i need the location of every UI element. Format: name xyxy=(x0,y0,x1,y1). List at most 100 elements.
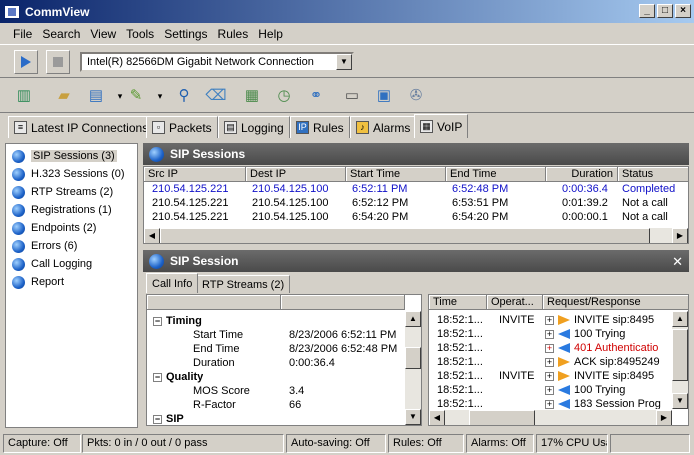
col-request-response[interactable]: Request/Response xyxy=(543,295,688,310)
expand-icon: + xyxy=(545,342,554,353)
nav-call-logging[interactable]: Call Logging xyxy=(12,256,92,272)
capture-toolbar: Intel(R) 82566DM Gigabit Network Connect… xyxy=(0,46,694,78)
tree-value: 66 xyxy=(289,399,302,411)
col-operation[interactable]: Operat... xyxy=(487,295,543,310)
list-item[interactable]: 18:52:1... + ACK sip:8495249 xyxy=(429,355,673,369)
scroll-right-icon[interactable]: ▶ xyxy=(656,410,672,425)
scroll-down-icon[interactable]: ▼ xyxy=(405,409,421,425)
tree-group-timing[interactable]: − Timing xyxy=(153,314,202,328)
col-dest-ip[interactable]: Dest IP xyxy=(246,167,346,182)
list-item[interactable]: 18:52:1... +100 Trying xyxy=(429,383,673,397)
ip-alias-icon[interactable]: ▣ xyxy=(372,84,396,108)
arrow-right-icon xyxy=(558,315,570,326)
voip-nav-tree: SIP Sessions (3) H.323 Sessions (0) RTP … xyxy=(5,143,138,428)
rule-dropdown-icon[interactable]: ▾ xyxy=(148,84,172,108)
tree-label: Duration xyxy=(193,357,235,369)
packets-icon: ▫ xyxy=(152,121,165,134)
clear-icon[interactable]: ⌫ xyxy=(204,84,228,108)
tree-group-quality[interactable]: − Quality xyxy=(153,370,203,384)
scroll-left-icon[interactable]: ◀ xyxy=(429,410,445,425)
col-duration[interactable]: Duration xyxy=(546,167,618,182)
scroll-up-icon[interactable]: ▲ xyxy=(672,311,688,327)
list-item[interactable]: 18:52:1... +401 Authenticatio xyxy=(429,341,673,355)
tab-packets[interactable]: ▫ Packets xyxy=(146,116,218,138)
sessions-hscrollbar[interactable]: ◀ ▶ xyxy=(144,227,688,243)
tree-group-sip[interactable]: − SIP xyxy=(153,412,184,425)
nodes-icon[interactable]: ⚭ xyxy=(304,84,328,108)
scroll-thumb[interactable] xyxy=(469,410,535,425)
book-icon[interactable]: ▥ xyxy=(12,84,36,108)
list-item[interactable]: 18:52:1... +100 Trying xyxy=(429,327,673,341)
menu-view[interactable]: View xyxy=(85,27,121,41)
menu-help[interactable]: Help xyxy=(253,27,288,41)
globe-icon xyxy=(12,167,25,181)
sip-sessions-title: SIP Sessions xyxy=(170,147,246,161)
mac-alias-icon[interactable]: ▭ xyxy=(340,84,364,108)
tab-call-info[interactable]: Call Info xyxy=(146,273,199,293)
start-capture-button[interactable] xyxy=(14,50,38,74)
save-icon[interactable]: ▤ xyxy=(84,84,108,108)
scroll-thumb[interactable] xyxy=(405,347,421,369)
scroll-thumb[interactable] xyxy=(160,228,650,243)
maximize-button[interactable]: □ xyxy=(657,4,673,18)
scroll-left-icon[interactable]: ◀ xyxy=(144,228,160,243)
expand-icon: + xyxy=(545,328,554,339)
title-bar: CommView _ □ × xyxy=(0,0,694,23)
open-folder-icon[interactable]: ▰ xyxy=(52,84,76,108)
col-src-ip[interactable]: Src IP xyxy=(144,167,246,182)
col-property[interactable] xyxy=(147,295,281,310)
col-status[interactable]: Status xyxy=(618,167,688,182)
scroll-up-icon[interactable]: ▲ xyxy=(405,311,421,327)
close-button[interactable]: × xyxy=(675,4,691,18)
nav-h323-sessions[interactable]: H.323 Sessions (0) xyxy=(12,166,125,182)
tab-rtp-streams[interactable]: RTP Streams (2) xyxy=(196,275,291,293)
status-autosaving: Auto-saving: Off xyxy=(286,434,386,453)
col-time[interactable]: Time xyxy=(429,295,487,310)
scroll-thumb[interactable] xyxy=(672,329,688,381)
scroll-right-icon[interactable]: ▶ xyxy=(672,228,688,243)
nav-errors[interactable]: Errors (6) xyxy=(12,238,77,254)
table-row[interactable]: 210.54.125.221 210.54.125.100 6:52:11 PM… xyxy=(144,182,688,196)
tree-value: 8/23/2006 6:52:48 PM xyxy=(289,343,398,355)
globe-icon xyxy=(12,149,25,163)
chevron-down-icon[interactable]: ▼ xyxy=(336,54,352,70)
list-item[interactable]: 18:52:1... INVITE + INVITE sip:8495 xyxy=(429,369,673,383)
minimize-button[interactable]: _ xyxy=(639,4,655,18)
list-item[interactable]: 18:52:1... INVITE + INVITE sip:8495 xyxy=(429,313,673,327)
stop-capture-button[interactable] xyxy=(46,50,70,74)
tab-rules[interactable]: IP Rules xyxy=(290,116,350,138)
menu-rules[interactable]: Rules xyxy=(213,27,254,41)
scroll-down-icon[interactable]: ▼ xyxy=(672,393,688,409)
adapter-select[interactable]: Intel(R) 82566DM Gigabit Network Connect… xyxy=(80,52,354,72)
sip-session-title: SIP Session xyxy=(170,254,239,268)
menu-tools[interactable]: Tools xyxy=(121,27,159,41)
menu-settings[interactable]: Settings xyxy=(159,27,212,41)
tab-latest-ip-connections[interactable]: ≡ Latest IP Connections xyxy=(8,116,155,138)
tab-voip[interactable]: ▦ VoIP xyxy=(414,114,469,138)
nav-rtp-streams[interactable]: RTP Streams (2) xyxy=(12,184,113,200)
nav-registrations[interactable]: Registrations (1) xyxy=(12,202,112,218)
tab-logging[interactable]: ▤ Logging xyxy=(218,116,290,138)
menu-file[interactable]: File xyxy=(8,27,37,41)
arrow-right-icon xyxy=(558,371,570,382)
nav-sip-sessions[interactable]: SIP Sessions (3) xyxy=(12,148,117,164)
menu-search[interactable]: Search xyxy=(37,27,85,41)
timer-icon[interactable]: ◷ xyxy=(272,84,296,108)
statistics-icon[interactable]: ▦ xyxy=(240,84,264,108)
tab-alarms[interactable]: ♪ Alarms xyxy=(350,116,417,138)
tree-vscrollbar[interactable]: ▲ ▼ xyxy=(405,311,421,425)
table-row[interactable]: 210.54.125.221 210.54.125.100 6:54:20 PM… xyxy=(144,210,688,224)
messages-vscrollbar[interactable]: ▲ ▼ xyxy=(672,311,688,409)
col-start-time[interactable]: Start Time xyxy=(346,167,446,182)
col-end-time[interactable]: End Time xyxy=(446,167,546,182)
nav-report[interactable]: Report xyxy=(12,274,64,290)
table-row[interactable]: 210.54.125.221 210.54.125.100 6:52:12 PM… xyxy=(144,196,688,210)
search-icon[interactable]: ⚲ xyxy=(172,84,196,108)
rule-icon[interactable]: ✎ xyxy=(124,84,148,108)
wrench-icon[interactable]: ✇ xyxy=(404,84,428,108)
col-value[interactable] xyxy=(281,295,405,310)
messages-hscrollbar[interactable]: ◀ ▶ xyxy=(429,409,672,425)
nav-endpoints[interactable]: Endpoints (2) xyxy=(12,220,96,236)
close-icon[interactable]: ✕ xyxy=(672,254,683,270)
main-toolbar: ▥ ▰ ▤ ▾ ✎ ▾ ⚲ ⌫ ▦ ◷ ⚭ ▭ ▣ ✇ xyxy=(0,79,694,113)
